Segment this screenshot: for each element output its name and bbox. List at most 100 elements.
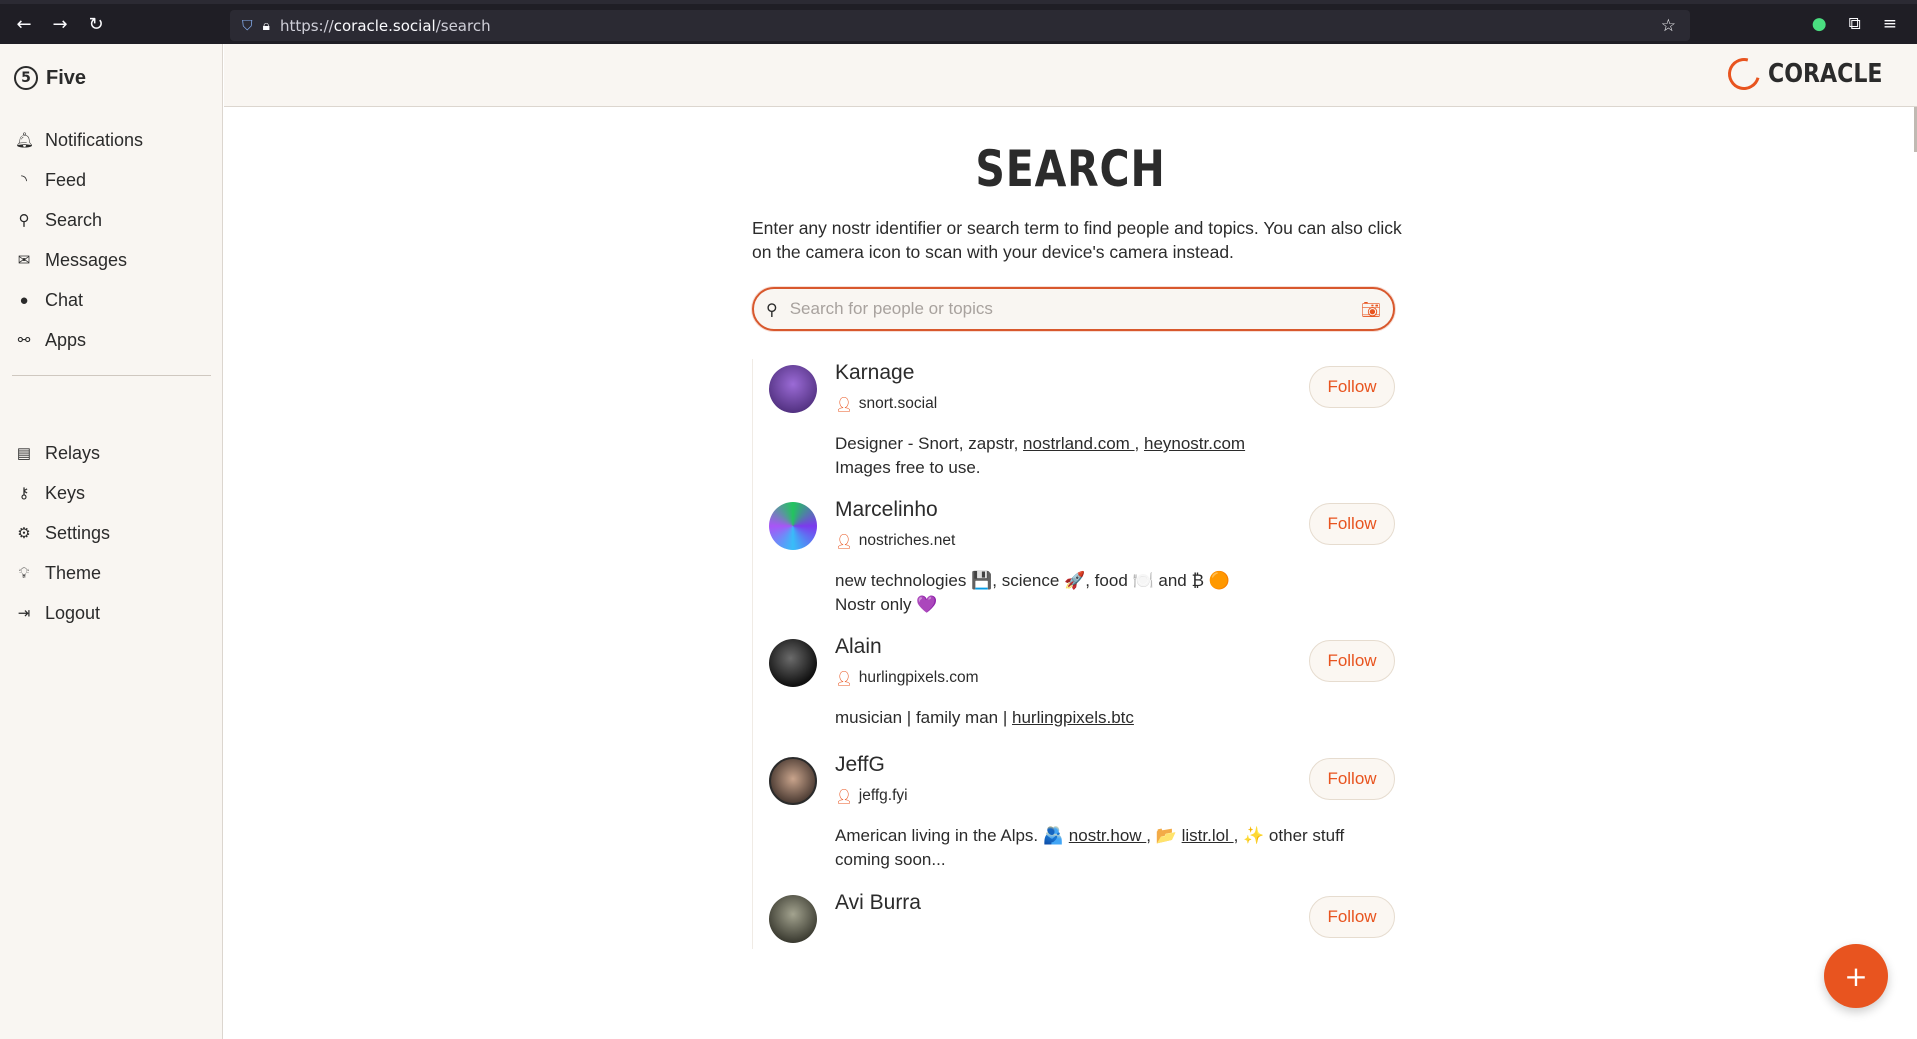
bio-text: American living in the Alps. 🫂: [835, 826, 1069, 845]
list-item[interactable]: Marcelinho 👤︎ nostriches.net new technol…: [752, 496, 1395, 636]
envelope-icon: ✉: [17, 252, 31, 269]
follow-button[interactable]: Follow: [1309, 503, 1395, 545]
nip05-badge: 👤︎ jeffg.fyi: [835, 787, 908, 805]
puzzle-icon[interactable]: ⧉: [1849, 14, 1861, 34]
sidebar: 5 Five 🔔︎ Notifications ◝ Feed ⚲ Search …: [0, 44, 223, 1039]
search-input[interactable]: [789, 299, 1361, 319]
sidebar-item-chat[interactable]: ● Chat: [0, 280, 223, 320]
list-item[interactable]: Karnage 👤︎ snort.social Designer - Snort…: [752, 359, 1395, 499]
sidebar-item-label: Logout: [45, 602, 101, 623]
gear-icon: ⚙: [17, 525, 31, 542]
forward-icon[interactable]: →: [42, 6, 78, 42]
extension-icon[interactable]: ●: [1812, 14, 1827, 34]
nip05-badge: 👤︎ nostriches.net: [835, 532, 955, 550]
follow-button[interactable]: Follow: [1309, 640, 1395, 682]
bio-text: Images free to use.: [835, 458, 981, 477]
profile-bio: Designer - Snort, zapstr, nostrland.com …: [835, 432, 1375, 480]
user-check-icon: 👤︎: [835, 532, 853, 549]
search-icon: ⚲: [18, 212, 30, 229]
avatar[interactable]: [769, 895, 817, 943]
bookmark-star-icon[interactable]: ☆: [1661, 16, 1676, 36]
bio-text: , ✨ other stuff: [1233, 826, 1345, 845]
reload-icon[interactable]: ↻: [78, 6, 114, 42]
sidebar-item-label: Messages: [45, 249, 128, 270]
user-check-icon: 👤︎: [835, 395, 853, 412]
sidebar-item-label: Relays: [45, 442, 101, 463]
shield-icon: ⛉: [242, 17, 253, 34]
nip05-badge: 👤︎ hurlingpixels.com: [835, 669, 979, 687]
address-bar[interactable]: ⛉ 🔒︎ https://coracle.social/search ☆: [230, 10, 1690, 41]
profile-name[interactable]: Alain: [835, 635, 882, 659]
sidebar-item-settings[interactable]: ⚙ Settings: [0, 513, 223, 553]
coracle-wordmark: CORACLE: [1768, 59, 1883, 89]
bio-link[interactable]: nostrland.com: [1023, 434, 1135, 453]
sidebar-item-search[interactable]: ⚲ Search: [0, 200, 223, 240]
sidebar-divider: [12, 375, 211, 376]
sidebar-item-relays[interactable]: ▤ Relays: [0, 433, 223, 473]
sidebar-item-label: Chat: [45, 289, 84, 310]
profile-bio: musician | family man | hurlingpixels.bt…: [835, 706, 1375, 730]
back-icon[interactable]: ←: [6, 6, 42, 42]
bio-text: musician | family man |: [835, 708, 1012, 727]
sidebar-item-logout[interactable]: ⇥ Logout: [0, 593, 223, 633]
avatar[interactable]: [769, 757, 817, 805]
user-check-icon: 👤︎: [835, 669, 853, 686]
bio-link[interactable]: heynostr.com: [1144, 434, 1245, 453]
list-item[interactable]: Avi Burra Follow: [752, 889, 1395, 949]
secondary-nav: ▤ Relays ⚷ Keys ⚙ Settings 💡︎ Theme ⇥ Lo…: [0, 433, 223, 633]
browser-extensions: ● ⧉ ≡: [1812, 14, 1897, 34]
bio-link[interactable]: listr.lol: [1182, 826, 1234, 845]
list-item[interactable]: Alain 👤︎ hurlingpixels.com musician | fa…: [752, 633, 1395, 751]
follow-button[interactable]: Follow: [1309, 896, 1395, 938]
sidebar-item-label: Keys: [45, 482, 86, 503]
lock-icon: 🔒︎: [262, 17, 270, 34]
rss-icon: ◝: [21, 172, 27, 189]
avatar[interactable]: [769, 639, 817, 687]
sidebar-item-theme[interactable]: 💡︎ Theme: [0, 553, 223, 593]
bio-text: ,: [1134, 434, 1144, 453]
profile-name[interactable]: JeffG: [835, 753, 885, 777]
bio-text: coming soon...: [835, 850, 946, 869]
coracle-mark-icon: [1722, 52, 1767, 96]
sidebar-item-label: Apps: [45, 329, 87, 350]
main-content: SEARCH Enter any nostr identifier or sea…: [224, 107, 1917, 1039]
search-field[interactable]: ⚲ 📷︎: [752, 287, 1395, 331]
list-item[interactable]: JeffG 👤︎ jeffg.fyi American living in th…: [752, 751, 1395, 891]
primary-nav: 🔔︎ Notifications ◝ Feed ⚲ Search ✉ Messa…: [0, 120, 223, 360]
bell-icon: 🔔︎: [15, 132, 35, 149]
coracle-logo[interactable]: CORACLE: [1722, 52, 1903, 96]
menu-icon[interactable]: ≡: [1883, 14, 1897, 34]
sidebar-item-label: Notifications: [45, 129, 144, 150]
sidebar-item-messages[interactable]: ✉ Messages: [0, 240, 223, 280]
follow-button[interactable]: Follow: [1309, 758, 1395, 800]
profile-bio: American living in the Alps. 🫂 nostr.how…: [835, 824, 1375, 872]
sidebar-item-notifications[interactable]: 🔔︎ Notifications: [0, 120, 223, 160]
bio-text: new technologies 💾, science 🚀, food 🍽️ a…: [835, 571, 1230, 590]
bio-link[interactable]: hurlingpixels.btc: [1012, 708, 1134, 727]
avatar[interactable]: [769, 502, 817, 550]
bio-link[interactable]: nostr.how: [1069, 826, 1147, 845]
camera-icon[interactable]: 📷︎: [1361, 300, 1381, 319]
bicycle-icon: ⚯: [17, 332, 31, 349]
profile-name[interactable]: Marcelinho: [835, 498, 938, 522]
five-logo-icon: 5: [14, 66, 38, 90]
bio-text: Designer - Snort, zapstr,: [835, 434, 1024, 453]
brand-name: Five: [46, 66, 87, 89]
sidebar-item-feed[interactable]: ◝ Feed: [0, 160, 223, 200]
nip05-text: jeffg.fyi: [858, 787, 908, 804]
top-header: CORACLE: [224, 44, 1917, 107]
sidebar-item-keys[interactable]: ⚷ Keys: [0, 473, 223, 513]
url-text: https://coracle.social/search: [279, 16, 491, 35]
bio-text: Nostr only 💜: [835, 595, 938, 614]
page-title: SEARCH: [975, 140, 1166, 198]
account-brand[interactable]: 5 Five: [14, 66, 86, 90]
search-intro: Enter any nostr identifier or search ter…: [752, 218, 1402, 262]
new-note-button[interactable]: +: [1824, 944, 1888, 1008]
profile-name[interactable]: Avi Burra: [835, 891, 921, 915]
sidebar-item-label: Settings: [45, 522, 111, 543]
avatar[interactable]: [769, 365, 817, 413]
key-icon: ⚷: [18, 485, 30, 502]
follow-button[interactable]: Follow: [1309, 366, 1395, 408]
profile-name[interactable]: Karnage: [835, 361, 914, 385]
sidebar-item-apps[interactable]: ⚯ Apps: [0, 320, 223, 360]
